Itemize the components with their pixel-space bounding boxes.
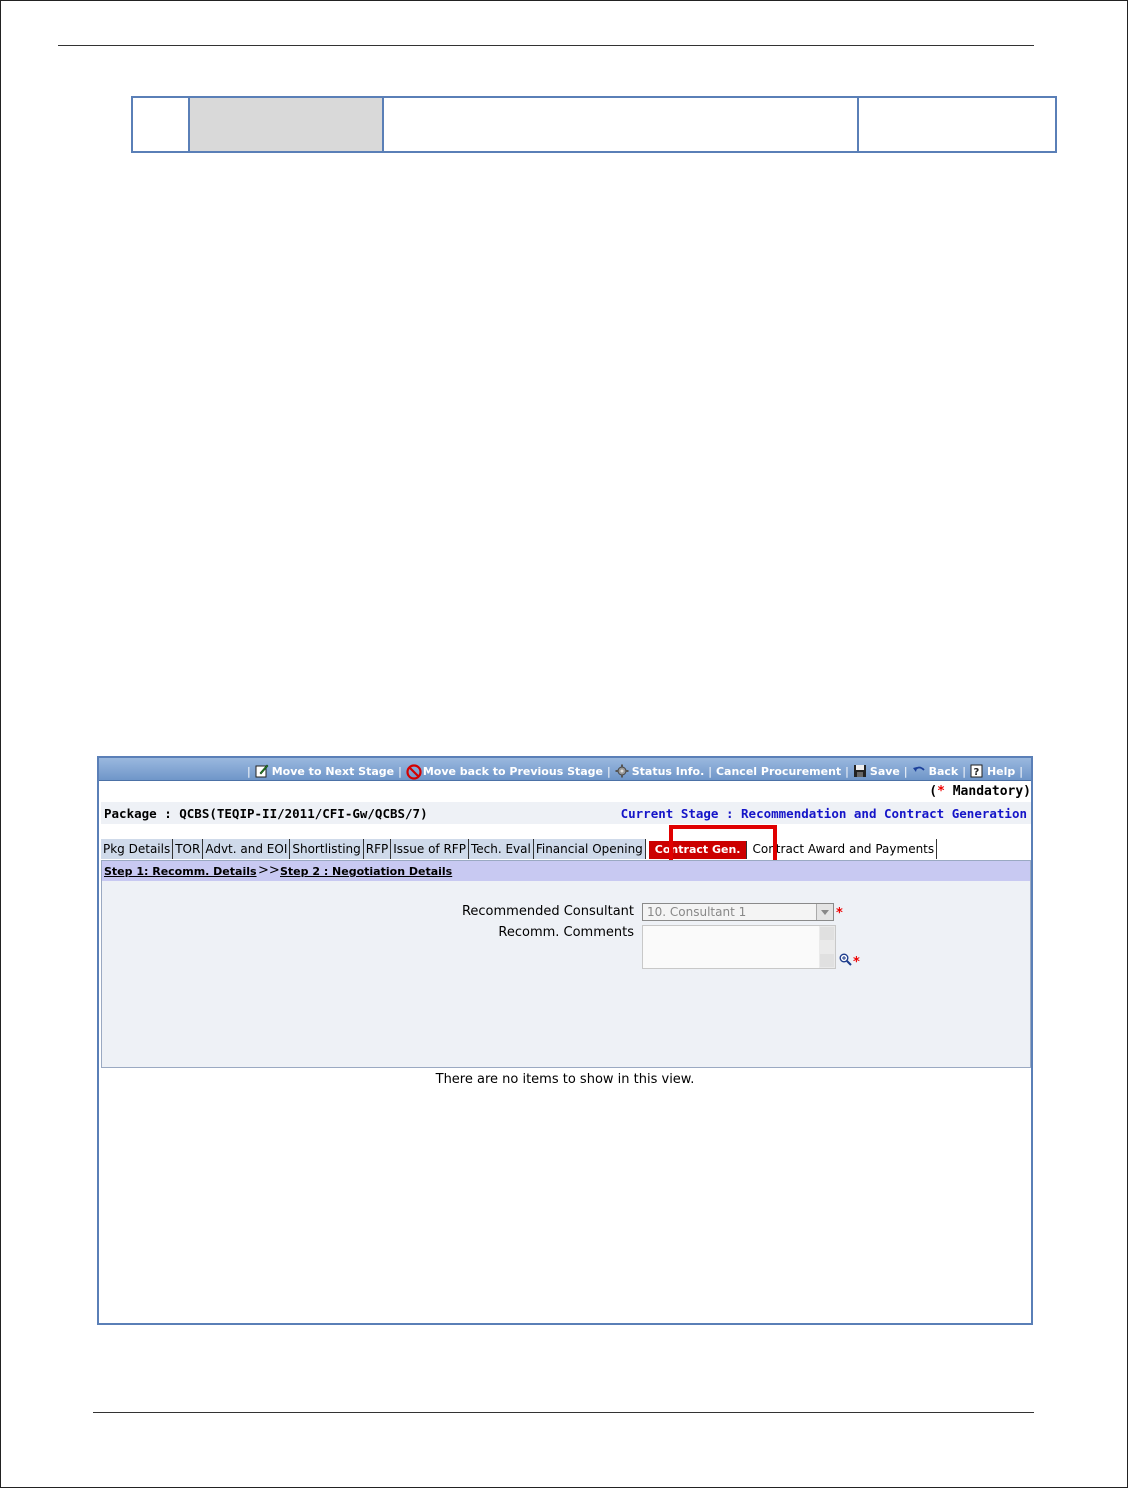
recomm-comments-textarea[interactable] xyxy=(642,925,836,969)
back-label: Back xyxy=(928,764,959,778)
scrollbar[interactable] xyxy=(819,926,835,968)
table-cell xyxy=(857,96,1057,153)
recommended-consultant-select[interactable]: 10. Consultant 1 xyxy=(642,903,834,921)
tab-tech-eval[interactable]: Tech. Eval xyxy=(468,839,534,859)
toolbar-separator: | xyxy=(398,764,402,778)
tab-tor[interactable]: TOR xyxy=(173,839,204,859)
toolbar-actions: | Move to Next Stage | Move back to Prev… xyxy=(243,764,1027,780)
move-previous-stage-button[interactable]: Move back to Previous Stage xyxy=(406,764,604,780)
mandatory-label: Mandatory) xyxy=(944,784,1031,799)
toolbar-separator: | xyxy=(1019,764,1023,778)
toolbar-separator: | xyxy=(708,764,712,778)
toolbar-separator: | xyxy=(247,764,251,778)
tab-rfp[interactable]: RFP xyxy=(363,839,392,859)
document-table xyxy=(131,96,1057,153)
help-label: Help xyxy=(986,764,1016,778)
table-cell xyxy=(131,96,190,153)
tab-bar: Pkg Details TOR Advt. and EOI Shortlisti… xyxy=(101,837,938,859)
scroll-up-icon[interactable] xyxy=(820,927,834,940)
tab-contract-award-payments[interactable]: Contract Award and Payments xyxy=(750,839,938,859)
table-cell xyxy=(188,96,384,153)
mandatory-open: ( xyxy=(929,784,938,799)
save-button[interactable]: Save xyxy=(853,764,900,778)
save-label: Save xyxy=(869,764,900,778)
zoom-icon[interactable] xyxy=(839,951,852,966)
toolbar-separator: | xyxy=(903,764,908,778)
required-marker: * xyxy=(853,955,860,970)
tab-shortlisting[interactable]: Shortlisting xyxy=(290,839,364,859)
recommended-consultant-label: Recommended Consultant xyxy=(461,904,634,919)
tab-issue-of-rfp[interactable]: Issue of RFP xyxy=(391,839,469,859)
toolbar-separator: | xyxy=(962,764,966,778)
empty-state-message: There are no items to show in this view. xyxy=(435,1072,695,1087)
header-rule xyxy=(58,45,1034,46)
move-next-stage-button[interactable]: Move to Next Stage xyxy=(255,764,394,778)
svg-text:?: ? xyxy=(973,767,979,778)
table-cell xyxy=(382,96,859,153)
no-entry-icon xyxy=(406,764,422,780)
toolbar-separator: | xyxy=(845,764,849,778)
move-previous-stage-label: Move back to Previous Stage xyxy=(422,764,604,778)
mandatory-note: (* Mandatory) xyxy=(929,784,1031,799)
move-next-stage-label: Move to Next Stage xyxy=(271,764,395,778)
step2-link[interactable]: Step 2 : Negotiation Details xyxy=(280,865,452,878)
status-info-label: Status Info. xyxy=(631,764,705,778)
tab-financial-opening[interactable]: Financial Opening xyxy=(533,839,646,859)
tab-advt-eoi[interactable]: Advt. and EOI xyxy=(203,839,291,859)
chevron-down-icon[interactable] xyxy=(816,904,833,920)
mandatory-star: * xyxy=(937,784,945,799)
toolbar-separator: | xyxy=(607,764,611,778)
app-screenshot: | Move to Next Stage | Move back to Prev… xyxy=(97,756,1033,1325)
scroll-down-icon[interactable] xyxy=(820,954,834,967)
step1-link[interactable]: Step 1: Recomm. Details xyxy=(104,865,257,878)
cancel-procurement-button[interactable]: Cancel Procurement xyxy=(716,765,841,778)
required-marker: * xyxy=(836,906,843,921)
package-header: Package : QCBS(TEQIP-II/2011/CFI-Gw/QCBS… xyxy=(101,802,1031,824)
recommended-consultant-value: 10. Consultant 1 xyxy=(647,905,747,919)
recomm-comments-label: Recomm. Comments xyxy=(498,925,634,940)
step-arrow: >> xyxy=(258,863,280,878)
current-stage-label: Current Stage : Recommendation and Contr… xyxy=(620,806,1027,821)
footer-rule xyxy=(93,1412,1034,1413)
help-button[interactable]: ? Help xyxy=(970,764,1015,778)
step-navigation: Step 1: Recomm. Details >> Step 2 : Nego… xyxy=(102,861,1030,881)
back-arrow-icon xyxy=(912,764,926,778)
gear-icon xyxy=(615,764,629,778)
back-button[interactable]: Back xyxy=(912,764,959,778)
status-info-button[interactable]: Status Info. xyxy=(615,764,705,778)
table-row xyxy=(131,96,1057,153)
edit-icon xyxy=(255,764,269,778)
toolbar: | Move to Next Stage | Move back to Prev… xyxy=(99,758,1031,781)
help-icon: ? xyxy=(970,764,984,778)
tab-pkg-details[interactable]: Pkg Details xyxy=(101,839,174,859)
floppy-disk-icon xyxy=(853,764,867,778)
package-label: Package : QCBS(TEQIP-II/2011/CFI-Gw/QCBS… xyxy=(104,806,428,821)
form-panel: Step 1: Recomm. Details >> Step 2 : Nego… xyxy=(101,860,1031,1068)
cancel-procurement-label: Cancel Procurement xyxy=(715,764,842,778)
